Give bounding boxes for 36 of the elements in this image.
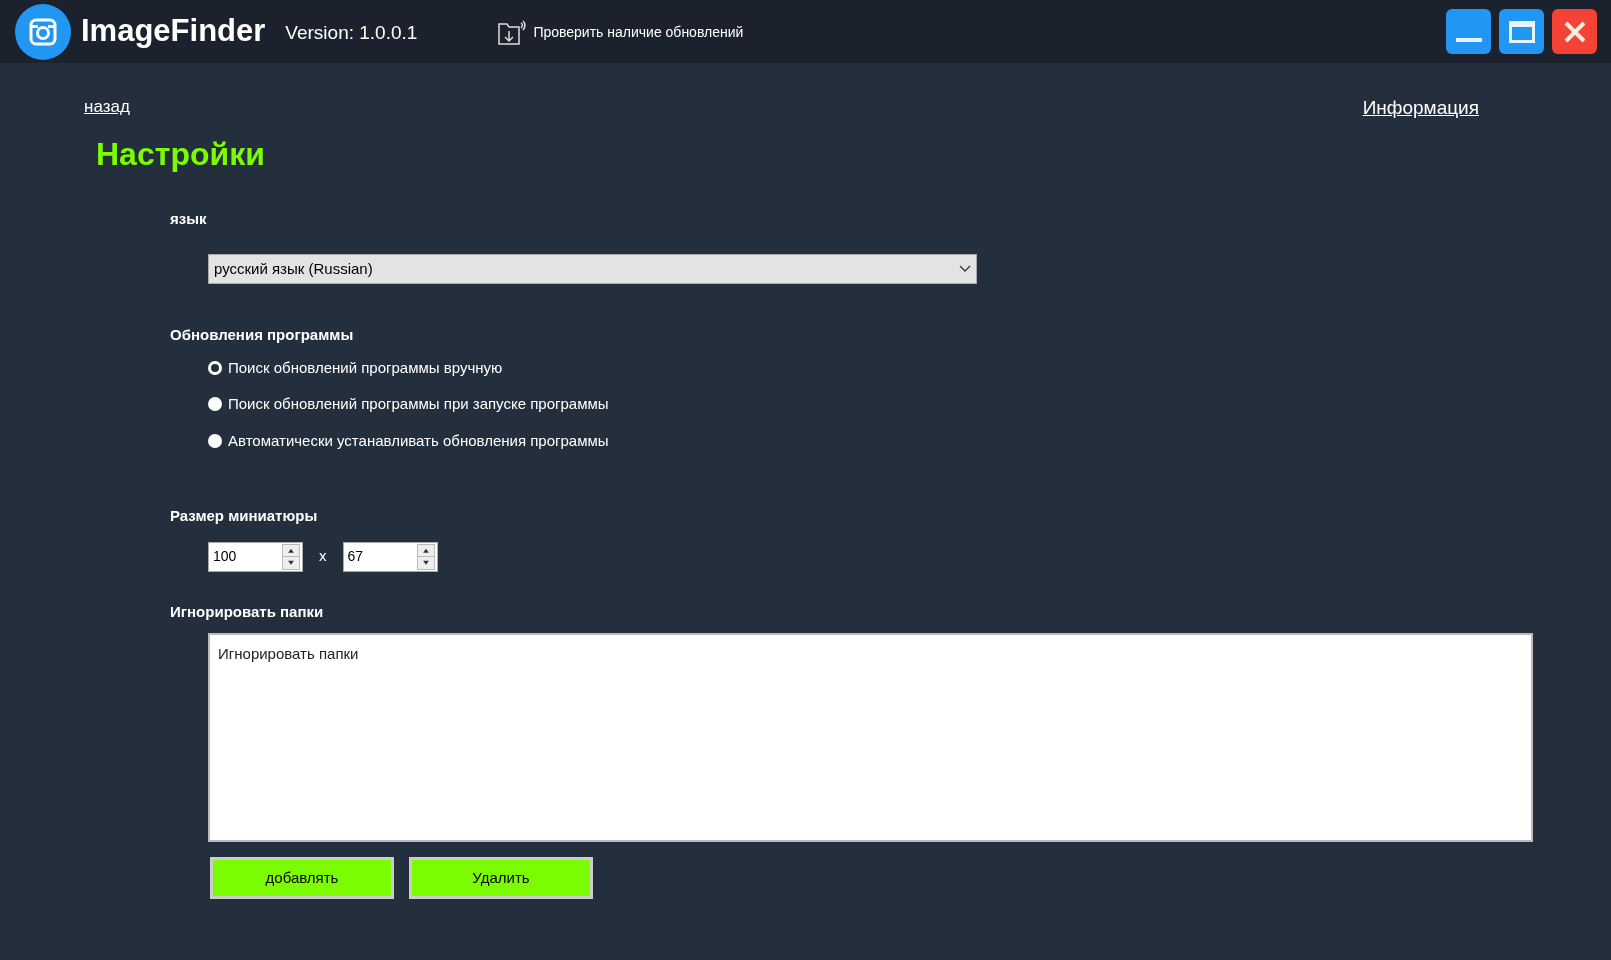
chevron-down-icon xyxy=(959,265,971,273)
page-title: Настройки xyxy=(96,135,265,172)
field-value: 100 xyxy=(213,547,238,566)
close-icon xyxy=(1562,19,1587,44)
maximize-button[interactable] xyxy=(1499,9,1544,54)
folders-textarea[interactable]: Игнорировать папки xyxy=(208,633,1533,842)
app-title: ImageFinder xyxy=(81,12,266,51)
radio-button[interactable] xyxy=(208,433,222,448)
radio-option[interactable]: Поиск обновлений программы вручную xyxy=(208,356,503,379)
close-button[interactable] xyxy=(1552,9,1597,54)
language-dropdown[interactable]: русский язык (Russian) xyxy=(208,254,977,284)
section-label: язык xyxy=(170,208,207,229)
field-value: 67 xyxy=(347,547,365,566)
check-updates-link[interactable]: Проверить наличие обновлений xyxy=(497,19,744,46)
info-link[interactable]: Информация xyxy=(1362,94,1479,123)
section-label: Обновления программы xyxy=(170,325,354,345)
radio-option[interactable]: Автоматически устанавливать обновления программы xyxy=(208,429,609,452)
separator-label: x xyxy=(319,546,327,567)
radio-button[interactable] xyxy=(208,360,222,375)
version-label: Version: 1.0.0.1 xyxy=(285,20,418,45)
radio-option[interactable]: Поиск обновлений программы при запуске программы xyxy=(208,393,609,416)
number-field[interactable]: 67 xyxy=(342,541,438,572)
camera-app-icon xyxy=(15,3,71,60)
folder-download-icon xyxy=(497,19,528,46)
spinner-arrows[interactable] xyxy=(416,543,435,570)
maximize-icon xyxy=(1508,20,1535,43)
add-button[interactable]: добавлять xyxy=(210,857,394,899)
spinner-arrows[interactable] xyxy=(282,543,300,570)
number-field[interactable]: 100 xyxy=(208,541,303,572)
minimize-button[interactable] xyxy=(1446,9,1491,54)
section-label: Игнорировать папки xyxy=(170,601,324,622)
section-label: Размер миниатюры xyxy=(170,506,318,526)
minimize-icon xyxy=(1455,38,1482,42)
delete-button[interactable]: Удалить xyxy=(409,857,593,899)
radio-button[interactable] xyxy=(208,397,222,412)
back-link[interactable]: назад xyxy=(84,94,130,123)
